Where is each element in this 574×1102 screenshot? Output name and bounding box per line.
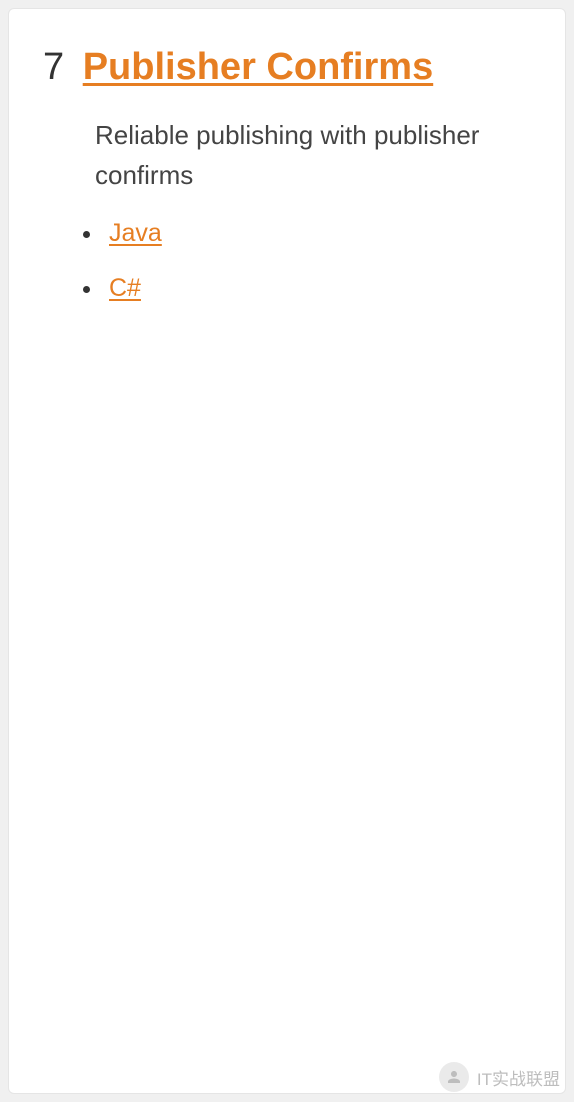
watermark-text: IT实战联盟 bbox=[477, 1065, 560, 1090]
section-number: 7 bbox=[43, 46, 64, 88]
language-link-java[interactable]: Java bbox=[109, 219, 162, 247]
list-item: Java bbox=[103, 217, 531, 250]
watermark: IT实战联盟 bbox=[439, 1062, 560, 1092]
section-heading: 7 Publisher Confirms bbox=[43, 45, 531, 91]
list-item: C# bbox=[103, 272, 531, 305]
tutorial-card: 7 Publisher Confirms Reliable publishing… bbox=[8, 8, 566, 1094]
language-link-csharp[interactable]: C# bbox=[109, 274, 141, 302]
section-title-link[interactable]: Publisher Confirms bbox=[83, 46, 434, 88]
wechat-avatar-icon bbox=[439, 1062, 469, 1092]
language-list: Java C# bbox=[77, 217, 531, 304]
section-description: Reliable publishing with publisher confi… bbox=[95, 115, 515, 196]
